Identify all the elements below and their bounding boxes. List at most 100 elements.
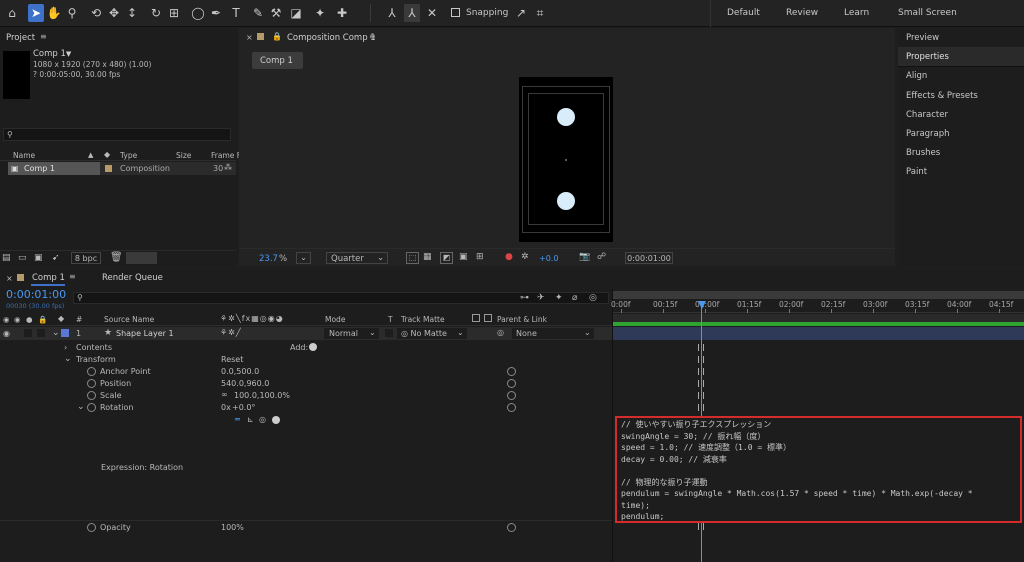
zoom-tool-icon[interactable]: ⚲ [64, 4, 80, 22]
opacity-value[interactable]: 100% [221, 523, 244, 532]
pickwhip-icon[interactable] [507, 391, 516, 400]
chevron-down-icon[interactable]: ⌄ [64, 354, 72, 364]
layer-row[interactable]: ◉ ⌄ 1 ★ Shape Layer 1 ⚘✲╱ Normal ⌄ ◎ No M… [0, 327, 612, 340]
layer-name[interactable]: Shape Layer 1 [116, 329, 174, 338]
pan-camera-icon[interactable]: ✥ [106, 4, 122, 22]
timeline-timecode[interactable]: 0:00:01:00 [6, 288, 66, 301]
snapshot-camera-icon[interactable]: 📷 [579, 252, 590, 262]
snap-points-icon[interactable]: ⌗ [532, 4, 548, 22]
stopwatch-icon[interactable] [87, 403, 96, 412]
pickwhip-icon[interactable] [507, 523, 516, 532]
audio-icon[interactable]: ◉ [14, 315, 21, 324]
constrain-link-icon[interactable]: ∞ [221, 390, 228, 399]
panel-align[interactable]: Align [906, 71, 927, 81]
mask-visibility-icon[interactable]: ◩ [440, 252, 453, 264]
col-source-name[interactable]: Source Name [104, 315, 154, 324]
scale-row[interactable]: Scale ∞ 100.0,100.0% [0, 390, 612, 402]
expression-graph-icon[interactable]: ⊾ [247, 415, 254, 424]
lock-toggle[interactable] [37, 329, 45, 337]
pickwhip-icon[interactable] [507, 367, 516, 376]
reset-link[interactable]: Reset [221, 355, 243, 364]
col-mode[interactable]: Mode [325, 315, 345, 324]
hand-tool-icon[interactable]: ✋ [46, 4, 62, 22]
composition-panel-title[interactable]: Composition Comp 1 [287, 33, 376, 43]
workspace-default[interactable]: Default [727, 8, 760, 18]
position-row[interactable]: Position 540.0,960.0 [0, 378, 612, 390]
comp-tab-button[interactable]: Comp 1 [252, 52, 303, 69]
close-tab-icon[interactable]: × [246, 33, 253, 42]
video-visibility-icon[interactable]: ◉ [3, 315, 10, 324]
puppet-pin-icon[interactable]: ✚ [334, 4, 350, 22]
eraser-tool-icon[interactable]: ◪ [288, 4, 304, 22]
lock-icon[interactable]: 🔒 [272, 32, 282, 41]
label-tag-icon[interactable]: ◆ [104, 150, 110, 159]
roto-brush-icon[interactable]: ✦ [312, 4, 328, 22]
workspace-review[interactable]: Review [786, 8, 818, 18]
parent-dropdown[interactable]: None ⌄ [512, 328, 594, 339]
selection-tool-icon[interactable]: ➤ [28, 4, 44, 22]
chevron-right-icon[interactable]: › [64, 343, 67, 352]
add-menu-icon[interactable] [309, 343, 317, 351]
render-arrow-icon[interactable]: ➹ [52, 253, 60, 263]
panel-character[interactable]: Character [906, 110, 948, 120]
zoom-value[interactable]: 23.7 [259, 254, 278, 264]
col-size[interactable]: Size [176, 151, 191, 160]
fast-preview-icon[interactable]: ⬚ [406, 252, 419, 264]
parent-pickwhip-icon[interactable]: ◎ [497, 328, 504, 337]
col-name[interactable]: Name [13, 151, 35, 160]
type-tool-icon[interactable]: T [228, 4, 244, 22]
bpc-button[interactable]: 8 bpc [71, 252, 101, 264]
rotation-degrees[interactable]: +0.0° [232, 403, 255, 412]
color-swatch[interactable] [126, 252, 157, 264]
panel-paragraph[interactable]: Paragraph [906, 129, 950, 139]
pickwhip-icon[interactable] [507, 403, 516, 412]
grid-guides-icon[interactable]: ⊞ [476, 252, 484, 262]
anchor-point-value[interactable]: 0.0,500.0 [221, 367, 259, 376]
draft-3d-icon[interactable]: ✈ [537, 293, 545, 303]
eye-icon[interactable]: ◉ [3, 329, 10, 338]
panel-menu-icon[interactable]: ≡ [40, 32, 47, 41]
layer-duration-bar[interactable] [613, 327, 1024, 340]
clone-stamp-icon[interactable]: ⚒ [268, 4, 284, 22]
zoom-dropdown[interactable]: ⌄ [296, 252, 311, 264]
label-tag-icon[interactable]: ◆ [58, 314, 64, 323]
panel-menu-icon[interactable]: ≡ [69, 272, 76, 281]
contents-row[interactable]: › Contents Add: [0, 342, 612, 354]
blend-mode-dropdown[interactable]: Normal ⌄ [324, 328, 379, 339]
rotation-revolutions[interactable]: 0x [221, 403, 231, 412]
panel-paint[interactable]: Paint [906, 167, 927, 177]
stopwatch-icon[interactable] [87, 379, 96, 388]
work-area-bar[interactable] [613, 291, 1024, 299]
expression-editor[interactable]: // 使いやすい振り子エクスプレッション swingAngle = 30; // … [615, 416, 1022, 523]
world-axis-icon[interactable]: ⅄ [404, 4, 420, 22]
rotate-tool-icon[interactable]: ↻ [148, 4, 164, 22]
col-frame[interactable]: Frame F [211, 151, 241, 160]
solo-toggle[interactable] [24, 329, 32, 337]
resolution-dropdown[interactable]: Quarter ⌄ [326, 252, 388, 264]
trash-icon[interactable]: 🗑 [110, 252, 123, 263]
exposure-reset-icon[interactable]: ✲ [521, 252, 529, 262]
scale-value[interactable]: 100.0,100.0% [234, 391, 290, 400]
navigator-bar[interactable] [613, 314, 1024, 322]
preserve-transparency-toggle[interactable] [385, 329, 393, 337]
panel-effects-presets[interactable]: Effects & Presets [906, 91, 978, 101]
exposure-value[interactable]: +0.0 [539, 254, 558, 263]
panel-brushes[interactable]: Brushes [906, 148, 940, 158]
time-ruler[interactable]: 0:00f 00:15f 01:00f 01:15f 02:00f 02:15f 03:00… [611, 299, 1024, 313]
show-snapshot-icon[interactable]: ☍ [597, 252, 606, 262]
expression-toggle-icon[interactable]: ═ [235, 415, 240, 424]
project-panel-title[interactable]: Project [6, 33, 35, 43]
solo-icon[interactable]: ● [26, 315, 33, 324]
panel-properties[interactable]: Properties [906, 52, 949, 62]
stopwatch-icon[interactable] [87, 523, 96, 532]
layer-switches-icons[interactable]: ⚘✲╱ [220, 328, 242, 337]
workspace-small-screen[interactable]: Small Screen [898, 8, 957, 18]
snap-edges-icon[interactable]: ↗ [513, 4, 529, 22]
pickwhip-icon[interactable] [507, 379, 516, 388]
frame-blending-icon[interactable]: ⌀ [572, 293, 577, 303]
pen-tool-icon[interactable]: ✒ [208, 4, 224, 22]
chevron-down-icon[interactable]: ⌄ [77, 402, 85, 412]
comp-flowchart-icon[interactable]: ⊶ [520, 293, 529, 303]
workspace-learn[interactable]: Learn [844, 8, 869, 18]
shy-layers-icon[interactable]: ✦ [555, 293, 563, 303]
